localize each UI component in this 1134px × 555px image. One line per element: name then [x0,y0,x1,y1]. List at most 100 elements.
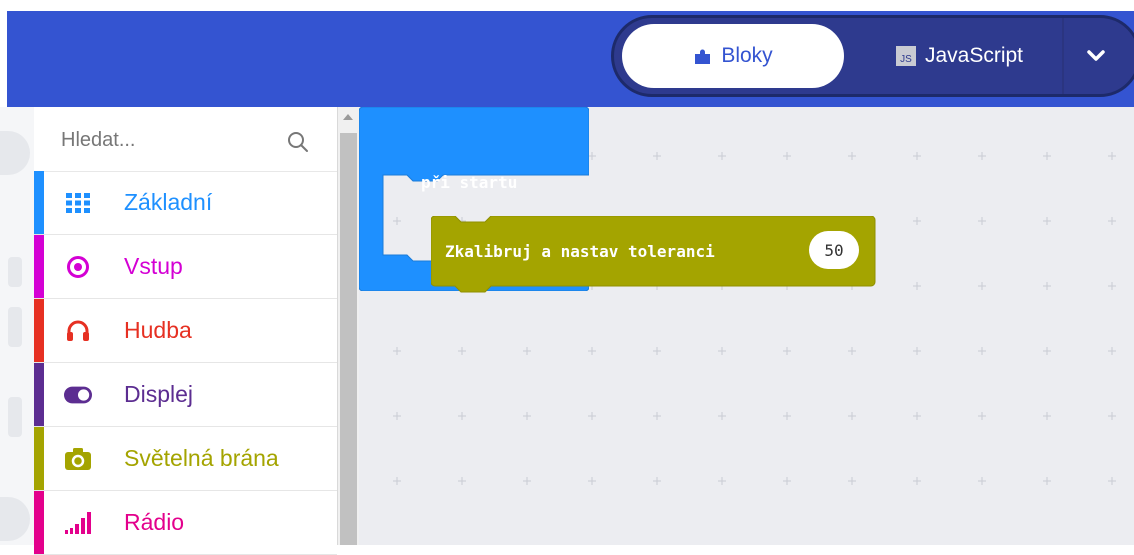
tab-blocks-label: Bloky [721,44,773,67]
grid-cross [913,217,921,225]
simulator-shape [8,257,22,287]
category-color-bar [34,235,44,298]
on-start-label: při startu [421,173,518,192]
simulator-shape [0,497,30,541]
category-zakladni[interactable]: Základní [34,171,337,235]
toolbox: Hledat... Základní Vstup Hudba Displej S… [34,107,337,555]
grid-cross [588,152,596,160]
search-icon[interactable] [287,131,309,153]
grid-cross [978,282,986,290]
grid-cross [653,477,661,485]
category-label: Displej [124,381,194,407]
grid-cross [458,412,466,420]
grid-cross [783,152,791,160]
scroll-up-arrow-icon[interactable] [343,114,353,120]
category-color-bar [34,171,44,234]
grid-cross [848,412,856,420]
category-label: Základní [124,189,213,215]
grid-cross [523,477,531,485]
tab-javascript-label: JavaScript [924,44,1024,67]
grid-cross [848,477,856,485]
category-label: Vstup [124,253,183,279]
calibrate-label: Zkalibruj a nastav toleranci [445,242,715,261]
simulator-shape [8,307,22,347]
grid-cross [783,477,791,485]
grid-cross [1043,412,1051,420]
grid-cross [718,412,726,420]
tab-blocks[interactable]: Bloky [622,24,844,88]
search-input[interactable]: Hledat... [61,129,135,152]
grid-cross [588,347,596,355]
grid-cross [1108,412,1116,420]
javascript-icon: JS [895,46,916,66]
toolbox-search[interactable]: Hledat... [34,107,337,172]
grid-cross [1108,477,1116,485]
blocks-workspace[interactable]: při startu Zkalibruj a nastav toleranci … [359,107,1134,545]
top-toolbar: Bloky JS JavaScript [7,11,1134,107]
grid-cross [653,412,661,420]
camera-icon [64,445,92,473]
headphones-icon [64,317,92,345]
svg-text:JS: JS [900,54,912,65]
category-color-bar [34,363,44,426]
grid-cross [978,217,986,225]
grid-cross [978,412,986,420]
simulator-shape [8,397,22,437]
grid-cross [653,152,661,160]
tolerance-value-input[interactable]: 50 [809,231,859,269]
target-icon [64,253,92,281]
category-vstup[interactable]: Vstup [34,235,337,299]
grid-cross [978,347,986,355]
category-label: Světelná brána [124,445,279,471]
editor-menu-button[interactable] [1066,24,1126,88]
grid-cross [978,152,986,160]
grid-cross [848,347,856,355]
grid-cross [1043,282,1051,290]
grid-cross [588,477,596,485]
toggle-icon [64,381,92,409]
grid-cross [783,347,791,355]
puzzle-icon [695,49,711,64]
simulator-panel-edge [0,107,34,545]
category-label: Rádio [124,509,185,535]
grid-cross [848,152,856,160]
grid-cross [523,347,531,355]
grid-cross [913,152,921,160]
grid-cross [913,282,921,290]
grid-cross [783,412,791,420]
tab-javascript[interactable]: JS JavaScript [864,24,1054,88]
grid-cross [1043,347,1051,355]
grid-cross [393,347,401,355]
grid-cross [913,412,921,420]
scrollbar-thumb[interactable] [340,133,357,545]
grid-cross [978,477,986,485]
grid-cross [913,477,921,485]
grid-cross [393,477,401,485]
grid-cross [913,347,921,355]
grid-cross [718,152,726,160]
category-radio[interactable]: Rádio [34,491,337,555]
grid-cross [653,347,661,355]
grid-cross [1043,477,1051,485]
grid-cross [718,477,726,485]
grid-cross [1108,152,1116,160]
grid-cross [458,347,466,355]
simulator-shape [0,131,30,175]
editor-toggle: Bloky JS JavaScript [611,15,1134,97]
category-hudba[interactable]: Hudba [34,299,337,363]
category-displej[interactable]: Displej [34,363,337,427]
grid-cross [1108,217,1116,225]
grid-cross [1108,282,1116,290]
toolbox-scrollbar[interactable] [337,107,359,545]
category-svetelna-brana[interactable]: Světelná brána [34,427,337,491]
grid-cross [393,412,401,420]
chevron-down-icon [1087,50,1105,61]
grid-cross [1043,217,1051,225]
grid-cross [1043,152,1051,160]
grid-icon [64,189,92,217]
category-label: Hudba [124,317,192,343]
category-color-bar [34,299,44,362]
category-color-bar [34,427,44,490]
grid-cross [1108,347,1116,355]
grid-cross [523,412,531,420]
